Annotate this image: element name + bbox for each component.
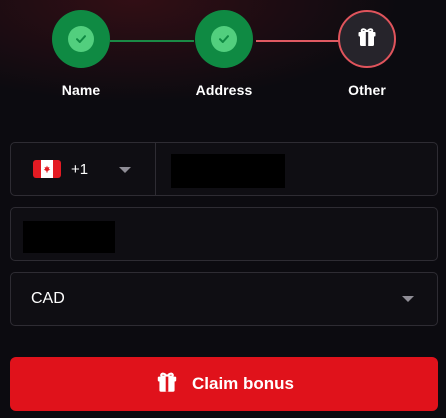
- currency-select[interactable]: CAD: [10, 272, 438, 326]
- currency-value: CAD: [31, 290, 65, 307]
- chevron-down-icon: [402, 296, 414, 302]
- name-field[interactable]: [10, 207, 438, 261]
- dial-code: +1: [71, 160, 89, 178]
- progress-stepper: Name Address Other: [0, 0, 446, 110]
- redacted-value: [23, 221, 115, 253]
- claim-bonus-label: Claim bonus: [191, 374, 294, 393]
- step-circle-completed: [52, 10, 110, 68]
- chevron-down-icon: [119, 167, 131, 173]
- phone-field: +1: [10, 142, 438, 196]
- step-label: Other: [348, 82, 386, 98]
- country-code-select[interactable]: +1: [11, 143, 156, 195]
- step-label: Address: [195, 82, 253, 98]
- step-name: Name: [21, 10, 141, 98]
- gift-icon: [355, 25, 379, 54]
- step-circle-current: [338, 10, 396, 68]
- claim-bonus-button[interactable]: Claim bonus: [10, 357, 438, 411]
- step-circle-completed: [195, 10, 253, 68]
- step-other: Other: [307, 10, 427, 98]
- canada-flag-icon: [33, 160, 61, 178]
- check-icon: [211, 26, 237, 52]
- step-address: Address: [164, 10, 284, 98]
- step-label: Name: [61, 82, 101, 98]
- phone-number-input[interactable]: [171, 154, 285, 188]
- gift-icon: [154, 369, 180, 400]
- check-icon: [68, 26, 94, 52]
